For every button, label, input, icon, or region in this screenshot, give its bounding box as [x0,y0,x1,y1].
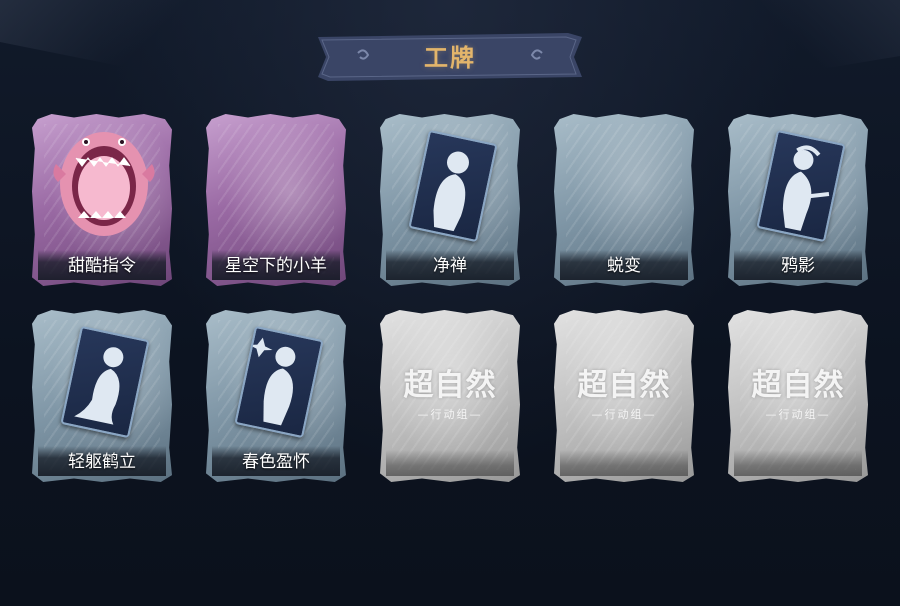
logo-main: 超自然 [751,368,845,403]
logo-sub: —行动组— [591,408,657,421]
placeholder-logo: 超自然 —行动组— [380,360,520,422]
card-label-bar [386,450,514,476]
card-badge-5[interactable]: 鸦影 [728,114,868,286]
placeholder-logo: 超自然 —行动组— [728,360,868,422]
card-label: 星空下的小羊 [225,256,327,276]
card-badge-3[interactable]: 净禅 [380,114,520,286]
placeholder-logo: 超自然 —行动组— [554,360,694,422]
logo-sub: —行动组— [765,408,831,421]
logo-main: 超自然 [403,368,497,403]
card-grid: 甜酷指令 星空下的小羊 净禅 蜕变 鸦影 轻躯鹤立 春色盈怀 超自然 —行动组—… [0,0,900,606]
shark-icon [53,132,155,236]
card-label: 蜕变 [607,256,641,276]
card-badge-7[interactable]: 春色盈怀 [206,310,346,482]
card-label: 春色盈怀 [242,452,310,472]
card-badge-empty-1[interactable]: 超自然 —行动组— [380,310,520,482]
card-label-bar [560,450,688,476]
card-badge-6[interactable]: 轻躯鹤立 [32,310,172,482]
card-label: 轻躯鹤立 [68,452,136,472]
card-label: 鸦影 [781,256,815,276]
card-badge-4[interactable]: 蜕变 [554,114,694,286]
logo-main: 超自然 [577,368,671,403]
card-label-bar [734,450,862,476]
card-badge-2[interactable]: 星空下的小羊 [206,114,346,286]
card-badge-empty-2[interactable]: 超自然 —行动组— [554,310,694,482]
card-label: 甜酷指令 [68,256,136,276]
card-label: 净禅 [433,256,467,276]
logo-sub: —行动组— [417,408,483,421]
card-badge-1[interactable]: 甜酷指令 [32,114,172,286]
card-badge-empty-3[interactable]: 超自然 —行动组— [728,310,868,482]
